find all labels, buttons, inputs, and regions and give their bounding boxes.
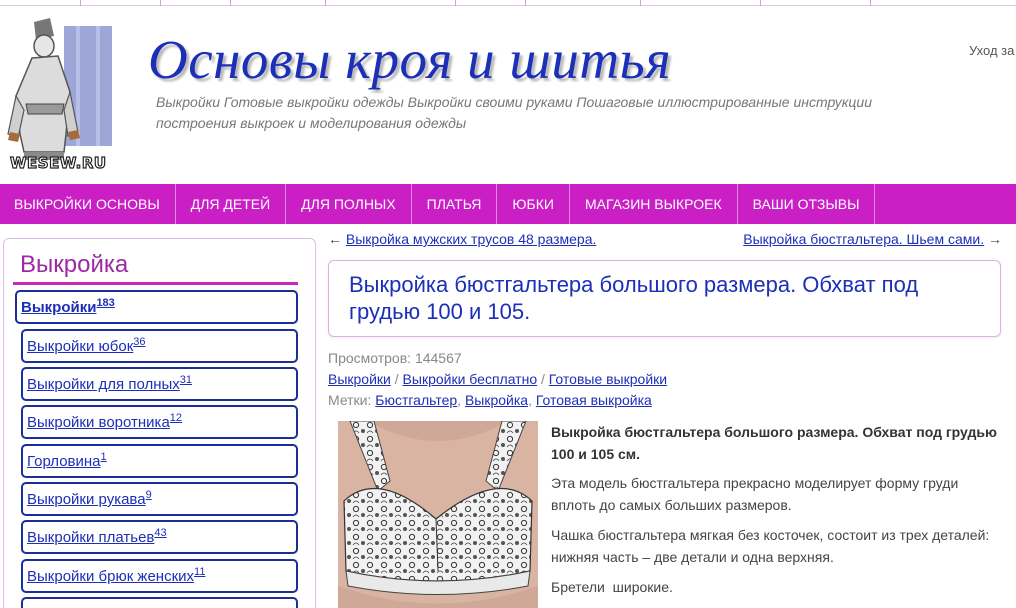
breadcrumb-item[interactable]: Выкройки бесплатно	[403, 371, 538, 387]
nav-item-plus-size[interactable]: ДЛЯ ПОЛНЫХ	[286, 184, 412, 224]
sidebar-category[interactable]: Горловина1	[21, 444, 298, 478]
breadcrumb-separator: /	[394, 371, 399, 387]
article-lead: Выкройка бюстгальтера большого размера. …	[551, 424, 997, 462]
sidebar-category-link[interactable]: Выкройки рукава	[27, 491, 146, 508]
breadcrumb-item[interactable]: Готовые выкройки	[549, 371, 667, 387]
sidebar-category-count[interactable]: 183	[96, 297, 114, 309]
sidebar-title: Выкройка	[20, 251, 129, 278]
header-link[interactable]: Уход за	[969, 43, 1014, 58]
next-post-link[interactable]: Выкройка бюстгальтера. Шьем сами.	[743, 231, 984, 247]
nav-item-reviews[interactable]: ВАШИ ОТЗЫВЫ	[738, 184, 876, 224]
arrow-left-icon: ←	[328, 231, 342, 247]
sidebar-category-count[interactable]: 36	[133, 336, 145, 348]
sidebar-category-link[interactable]: Выкройки платьев	[27, 529, 154, 546]
bra-photo-image-icon	[338, 421, 538, 608]
sidebar-category-count[interactable]: 9	[146, 489, 152, 501]
nav-item-pattern-shop[interactable]: МАГАЗИН ВЫКРОЕК	[570, 184, 738, 224]
arrow-right-icon: →	[988, 231, 1002, 247]
views-count: 144567	[414, 350, 462, 366]
sidebar-category[interactable]: Выкройки183	[15, 290, 298, 324]
sidebar-category-count[interactable]: 43	[154, 527, 166, 539]
sidebar-category[interactable]: Выкройки брюк женских11	[21, 559, 298, 593]
tag-separator: ,	[528, 392, 532, 408]
tag-link[interactable]: Бюстгальтер	[375, 392, 457, 408]
nav-item-patterns-basics[interactable]: ВЫКРОЙКИ ОСНОВЫ	[0, 184, 176, 224]
site-description: Выкройки Готовые выкройки одежды Выкройк…	[156, 94, 872, 131]
view-counter: Просмотров: 144567	[328, 350, 462, 366]
sidebar-category-count[interactable]: 1	[101, 451, 107, 463]
top-strip	[0, 0, 1016, 6]
sidebar-category[interactable]: Выкройки платьев43	[21, 520, 298, 554]
nav-item-skirts[interactable]: ЮБКИ	[497, 184, 570, 224]
article-paragraph: Эта модель бюстгальтера прекрасно модели…	[551, 475, 959, 513]
article-paragraph: Бретели широкие.	[551, 579, 673, 595]
sidebar-category-link[interactable]: Выкройки	[21, 299, 96, 316]
breadcrumb-item[interactable]: Выкройки	[328, 371, 391, 387]
logo-illustration-icon	[7, 18, 112, 160]
tag-list: Метки: Бюстгальтер, Выкройка, Готовая вы…	[328, 392, 652, 408]
tags-label: Метки:	[328, 392, 372, 408]
logo-text: WESEW.RU	[9, 153, 107, 172]
sidebar-category[interactable]: Выкройки для полных31	[21, 367, 298, 401]
sidebar-category[interactable]: Выкройки юбок36	[21, 329, 298, 363]
bra-photo	[338, 421, 538, 608]
sidebar: Выкройка Выкройки183 Выкройки юбок36 Вык…	[3, 238, 316, 608]
sidebar-category-partial[interactable]	[21, 597, 298, 608]
sidebar-divider	[13, 282, 298, 285]
tag-link[interactable]: Готовая выкройка	[536, 392, 652, 408]
sidebar-category-link[interactable]: Горловина	[27, 453, 101, 470]
tag-link[interactable]: Выкройка	[465, 392, 528, 408]
sidebar-category-link[interactable]: Выкройки брюк женских	[27, 568, 194, 585]
views-label: Просмотров:	[328, 350, 412, 366]
nav-item-dresses[interactable]: ПЛАТЬЯ	[412, 184, 498, 224]
tag-separator: ,	[457, 392, 462, 408]
sidebar-category-count[interactable]: 12	[170, 412, 182, 424]
next-post: Выкройка бюстгальтера. Шьем сами. →	[743, 231, 1002, 247]
sidebar-category-count[interactable]: 11	[194, 566, 205, 578]
sidebar-category-link[interactable]: Выкройки юбок	[27, 338, 133, 355]
previous-post-link[interactable]: Выкройка мужских трусов 48 размера.	[346, 231, 597, 247]
sidebar-category-link[interactable]: Выкройки для полных	[27, 376, 180, 393]
site-logo[interactable]: WESEW.RU	[6, 14, 124, 174]
article-title-box: Выкройка бюстгальтера большого размера. …	[328, 260, 1001, 337]
sidebar-category[interactable]: Выкройки рукава9	[21, 482, 298, 516]
previous-post: ← Выкройка мужских трусов 48 размера.	[328, 231, 596, 247]
nav-item-for-kids[interactable]: ДЛЯ ДЕТЕЙ	[176, 184, 287, 224]
breadcrumb-separator: /	[541, 371, 545, 387]
site-title[interactable]: Основы кроя и шитья	[148, 28, 671, 91]
article-paragraph: Чашка бюстгальтера мягкая без косточек, …	[551, 527, 990, 565]
sidebar-category-link[interactable]: Выкройки воротника	[27, 414, 170, 431]
breadcrumb: Выкройки / Выкройки бесплатно / Готовые …	[328, 371, 667, 387]
sidebar-category[interactable]: Выкройки воротника12	[21, 405, 298, 439]
article-title: Выкройка бюстгальтера большого размера. …	[349, 272, 919, 324]
sidebar-category-count[interactable]: 31	[180, 374, 192, 386]
main-nav: ВЫКРОЙКИ ОСНОВЫ ДЛЯ ДЕТЕЙ ДЛЯ ПОЛНЫХ ПЛА…	[0, 184, 1016, 224]
